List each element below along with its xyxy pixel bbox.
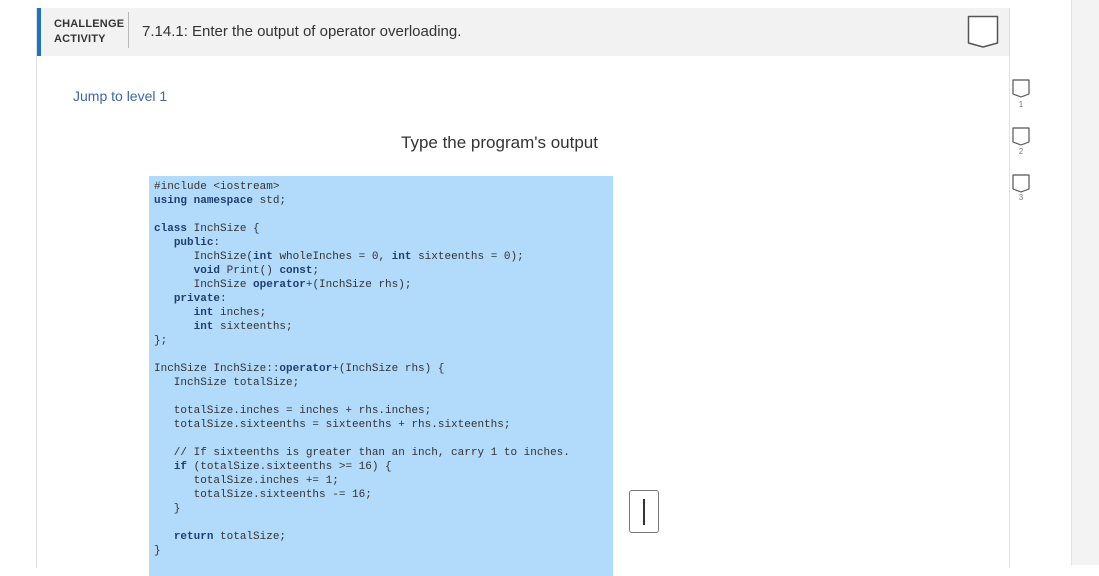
code-line: using namespace std;	[154, 195, 287, 207]
completion-badge-icon	[967, 15, 999, 54]
code-line: #include <iostream>	[154, 181, 280, 193]
code-line: // If sixteenths is greater than an inch…	[154, 447, 570, 459]
level-square-icon	[1012, 174, 1030, 193]
code-line: void Print() const;	[193, 265, 320, 277]
level-square-icon	[1012, 127, 1030, 146]
header-divider	[128, 12, 129, 48]
activity-type-line1: CHALLENGE	[54, 18, 125, 30]
activity-type-line2: ACTIVITY	[54, 33, 106, 45]
level-2-number: 2	[1018, 147, 1024, 156]
level-square-icon	[1012, 79, 1030, 98]
challenge-card: CHALLENGE ACTIVITY 7.14.1: Enter the out…	[36, 8, 1030, 576]
code-line: };	[154, 335, 168, 347]
code-line: totalSize.sixteenths = sixteenths + rhs.…	[154, 419, 511, 431]
code-line: }	[154, 503, 181, 515]
code-line: totalSize.sixteenths -= 16;	[154, 489, 372, 501]
code-line: if (totalSize.sixteenths >= 16) {	[173, 461, 392, 473]
code-line: InchSize totalSize;	[154, 377, 300, 389]
answer-input[interactable]	[629, 490, 659, 533]
jump-to-level-link[interactable]: Jump to level 1	[73, 88, 167, 104]
code-line: InchSize operator+(InchSize rhs);	[154, 279, 412, 291]
prompt-text: Type the program's output	[401, 133, 598, 152]
level-3-number: 3	[1018, 193, 1024, 202]
code-block: #include <iostream> using namespace std; …	[149, 176, 613, 576]
code-line: int inches;	[193, 307, 267, 319]
header-accent-bar	[37, 8, 41, 56]
code-line: }	[154, 545, 161, 557]
code-line: class InchSize {	[154, 223, 260, 235]
activity-header: CHALLENGE ACTIVITY 7.14.1: Enter the out…	[37, 8, 1009, 56]
code-line: totalSize.inches = inches + rhs.inches;	[154, 405, 432, 417]
code-line: public:	[173, 237, 221, 249]
level-1-number: 1	[1018, 100, 1024, 109]
code-line: InchSize(int wholeInches = 0, int sixtee…	[154, 251, 524, 263]
right-gutter	[1071, 0, 1099, 565]
code-line: InchSize InchSize::operator+(InchSize rh…	[154, 363, 445, 375]
text-cursor	[643, 499, 645, 525]
code-line: return totalSize;	[173, 531, 287, 543]
code-line: private:	[173, 293, 227, 305]
code-line: totalSize.inches += 1;	[154, 475, 339, 487]
activity-title: 7.14.1: Enter the output of operator ove…	[142, 23, 462, 40]
activity-type-label: CHALLENGE ACTIVITY	[54, 17, 124, 47]
code-line: int sixteenths;	[193, 321, 293, 333]
